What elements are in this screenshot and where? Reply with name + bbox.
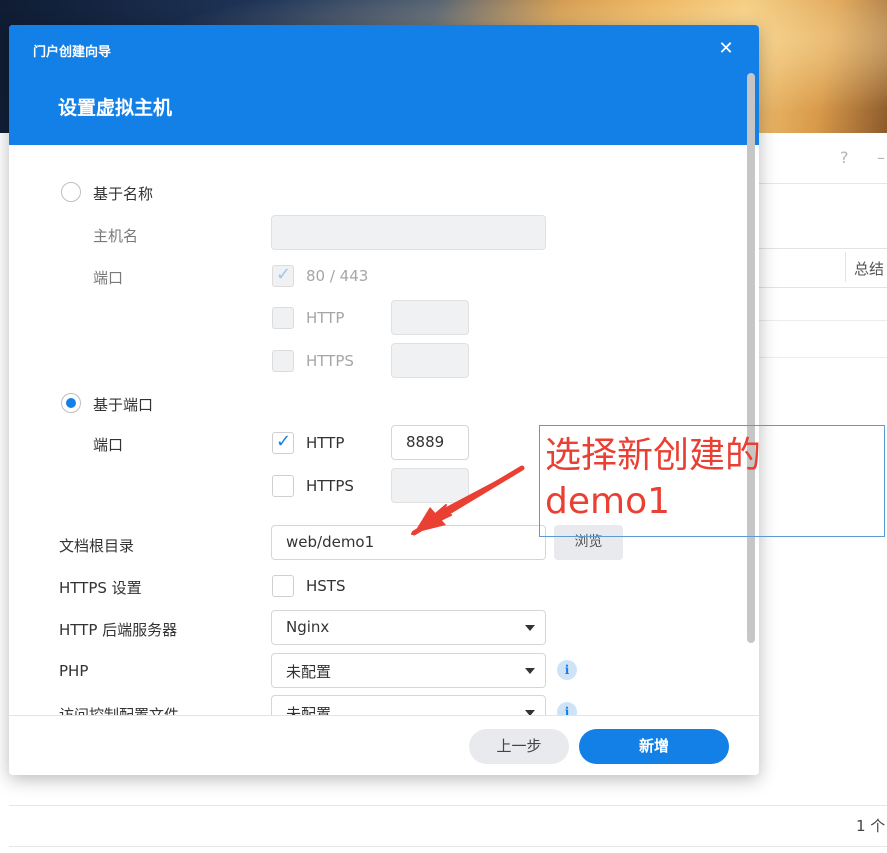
annotation-arrow-icon <box>411 465 525 536</box>
